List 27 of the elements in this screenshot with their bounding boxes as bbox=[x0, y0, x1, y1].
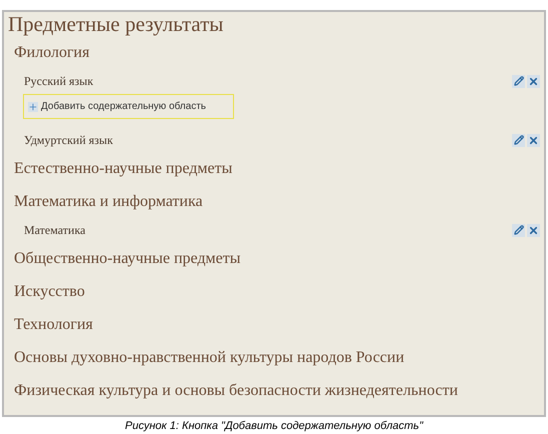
area-heading: Физическая культура и основы безопасности жизнедеятельности bbox=[14, 380, 458, 400]
pencil-icon bbox=[514, 225, 524, 235]
area-heading: Технология bbox=[14, 314, 93, 334]
pencil-icon bbox=[514, 76, 524, 86]
area-heading: Естественно-научные предметы bbox=[14, 158, 232, 178]
add-content-area-button[interactable]: Добавить содержательную область bbox=[23, 94, 234, 119]
area-heading: Искусство bbox=[14, 282, 85, 302]
area-heading: Филология bbox=[14, 42, 90, 62]
delete-button[interactable] bbox=[527, 224, 540, 236]
edit-button[interactable] bbox=[512, 224, 525, 236]
area-heading: Общественно-научные предметы bbox=[14, 248, 240, 268]
delete-button[interactable] bbox=[527, 134, 540, 146]
plus-icon bbox=[28, 102, 38, 112]
edit-button[interactable] bbox=[512, 134, 525, 146]
pencil-icon bbox=[514, 135, 524, 145]
close-icon bbox=[528, 134, 539, 146]
close-icon bbox=[528, 224, 539, 236]
subject-name: Математика bbox=[24, 222, 86, 239]
section-title: Предметные результаты bbox=[8, 12, 224, 36]
edit-button[interactable] bbox=[512, 74, 525, 88]
close-icon bbox=[528, 76, 539, 86]
area-heading: Математика и информатика bbox=[14, 192, 203, 212]
figure-caption: Рисунок 1: Кнопка "Добавить содержательную область" bbox=[124, 418, 423, 434]
delete-button[interactable] bbox=[527, 74, 540, 88]
subject-name: Русский язык bbox=[24, 73, 94, 90]
area-heading: Основы духовно-нравственной культуры народов России bbox=[14, 348, 404, 368]
subject-name: Удмуртский язык bbox=[24, 132, 114, 149]
